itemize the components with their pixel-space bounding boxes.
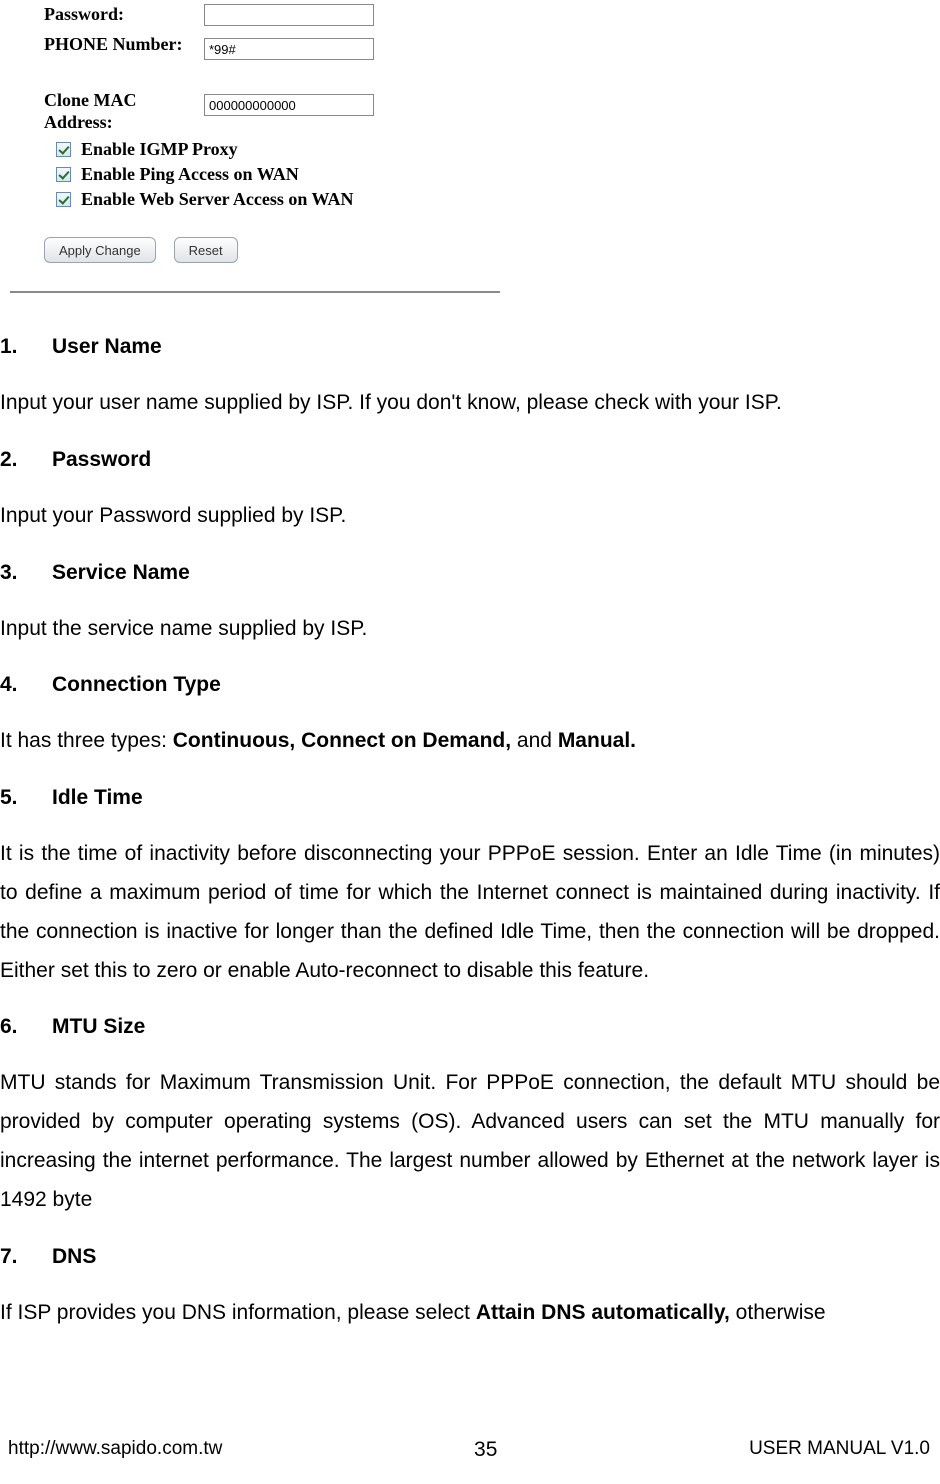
igmp-checkbox[interactable] [56,142,71,157]
config-screenshot: Password: PHONE Number: Clone MAC Addres… [10,0,500,293]
section-heading-6: 6. MTU Size [0,998,940,1056]
phone-label: PHONE Number: [44,34,204,56]
footer-url: http://www.sapido.com.tw [8,1438,222,1462]
section-heading-5: 5. Idle Time [0,769,940,827]
web-wan-label: Enable Web Server Access on WAN [81,189,354,210]
section-body-6: MTU stands for Maximum Transmission Unit… [0,1056,940,1227]
section-body-1: Input your user name supplied by ISP. If… [0,376,940,431]
section-body-7: If ISP provides you DNS information, ple… [0,1286,940,1341]
ping-wan-checkbox[interactable] [56,167,71,182]
section-heading-7: 7. DNS [0,1228,940,1286]
document-content: 1. User Name Input your user name suppli… [0,293,940,1340]
clone-mac-label: Clone MAC Address: [44,90,204,133]
section-body-5: It is the time of inactivity before disc… [0,827,940,998]
footer-page-number: 35 [474,1438,497,1462]
section-heading-2: 2. Password [0,431,940,489]
password-label: Password: [44,4,204,25]
web-wan-checkbox[interactable] [56,192,71,207]
reset-button[interactable]: Reset [174,237,238,263]
section-body-4: It has three types: Continuous, Connect … [0,714,940,769]
section-body-3: Input the service name supplied by ISP. [0,602,940,657]
phone-input[interactable] [204,38,374,60]
igmp-label: Enable IGMP Proxy [81,139,238,160]
section-heading-3: 3. Service Name [0,544,940,602]
section-heading-1: 1. User Name [0,318,940,376]
footer-manual-version: USER MANUAL V1.0 [749,1438,930,1462]
section-heading-4: 4. Connection Type [0,656,940,714]
section-body-2: Input your Password supplied by ISP. [0,489,940,544]
password-input[interactable] [204,4,374,26]
apply-change-button[interactable]: Apply Change [44,237,156,263]
page-footer: http://www.sapido.com.tw 35 USER MANUAL … [0,1438,940,1462]
ping-wan-label: Enable Ping Access on WAN [81,164,299,185]
clone-mac-input[interactable] [204,94,374,116]
